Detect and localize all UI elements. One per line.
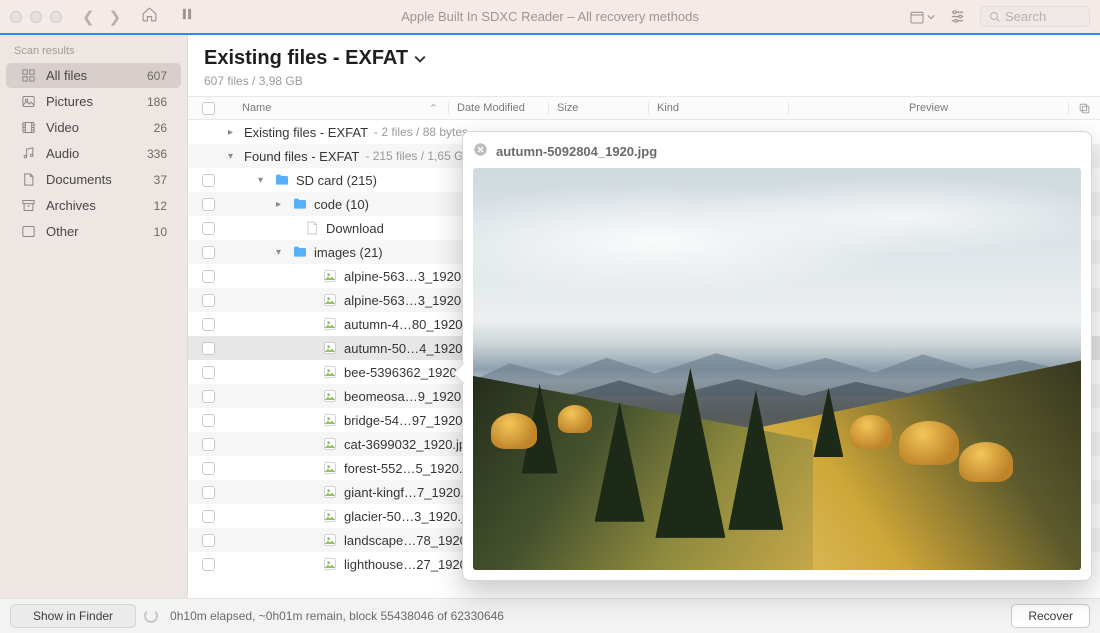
page-title[interactable]: Existing files - EXFAT xyxy=(204,47,1084,70)
disclosure-icon[interactable]: ▾ xyxy=(276,247,286,258)
column-headers: Name⌃ Date Modified Size Kind Preview xyxy=(188,96,1100,120)
sidebar-item-count: 10 xyxy=(154,225,167,239)
forward-button[interactable]: ❯ xyxy=(109,8,122,26)
row-label: SD card (215) xyxy=(296,173,377,188)
row-checkbox[interactable] xyxy=(202,510,215,523)
disclosure-icon[interactable]: ▸ xyxy=(228,127,238,138)
column-name[interactable]: Name⌃ xyxy=(228,102,448,115)
column-preview[interactable]: Preview xyxy=(788,102,1068,114)
zoom-window-button[interactable] xyxy=(50,11,62,23)
row-checkbox[interactable] xyxy=(202,198,215,211)
select-all-checkbox[interactable] xyxy=(202,102,215,115)
sidebar-item-other[interactable]: Other 10 xyxy=(6,219,181,244)
row-label: Download xyxy=(326,221,384,236)
picture-icon xyxy=(20,94,36,109)
home-icon[interactable] xyxy=(141,6,158,28)
preview-image xyxy=(473,168,1081,570)
row-checkbox[interactable] xyxy=(202,294,215,307)
document-icon xyxy=(20,172,36,187)
row-label: Existing files - EXFAT xyxy=(244,125,368,140)
row-checkbox[interactable] xyxy=(202,534,215,547)
row-label: code (10) xyxy=(314,197,369,212)
sidebar-item-label: Other xyxy=(46,224,79,239)
close-preview-icon[interactable] xyxy=(473,142,488,160)
row-checkbox[interactable] xyxy=(202,462,215,475)
row-checkbox[interactable] xyxy=(202,366,215,379)
sidebar-item-count: 607 xyxy=(147,69,167,83)
row-checkbox[interactable] xyxy=(202,174,215,187)
page-subtitle: 607 files / 3,98 GB xyxy=(204,74,1084,88)
filter-icon[interactable] xyxy=(949,8,966,25)
row-checkbox[interactable] xyxy=(202,222,215,235)
title-bar: ❮ ❯ Apple Built In SDXC Reader – All rec… xyxy=(0,0,1100,35)
preview-filename: autumn-5092804_1920.jpg xyxy=(496,144,657,159)
other-icon xyxy=(20,224,36,239)
row-checkbox[interactable] xyxy=(202,414,215,427)
close-window-button[interactable] xyxy=(10,11,22,23)
row-label: cat-3699032_1920.jpg xyxy=(344,437,473,452)
disclosure-icon[interactable]: ▾ xyxy=(228,151,238,162)
row-label: images (21) xyxy=(314,245,383,260)
sidebar: Scan results All files 607 Pictures 186 … xyxy=(0,35,188,598)
sidebar-section-header: Scan results xyxy=(0,41,187,63)
minimize-window-button[interactable] xyxy=(30,11,42,23)
sidebar-item-count: 12 xyxy=(154,199,167,213)
window-controls xyxy=(10,11,62,23)
sidebar-item-documents[interactable]: Documents 37 xyxy=(6,167,181,192)
sidebar-item-label: Pictures xyxy=(46,94,93,109)
sidebar-item-label: Archives xyxy=(46,198,96,213)
scan-status-text: 0h10m elapsed, ~0h01m remain, block 5543… xyxy=(170,609,504,623)
search-field[interactable]: Search xyxy=(980,6,1090,27)
sidebar-item-pictures[interactable]: Pictures 186 xyxy=(6,89,181,114)
row-checkbox[interactable] xyxy=(202,438,215,451)
row-label: forest-552…5_1920.jpg xyxy=(344,461,480,476)
column-kind[interactable]: Kind xyxy=(648,102,788,114)
sidebar-item-audio[interactable]: Audio 336 xyxy=(6,141,181,166)
row-checkbox[interactable] xyxy=(202,246,215,259)
sidebar-item-video[interactable]: Video 26 xyxy=(6,115,181,140)
column-copy-icon[interactable] xyxy=(1068,102,1100,115)
view-options-button[interactable] xyxy=(909,9,935,25)
spinner-icon xyxy=(144,609,158,623)
column-size[interactable]: Size xyxy=(548,102,648,114)
row-checkbox[interactable] xyxy=(202,342,215,355)
sidebar-item-label: All files xyxy=(46,68,87,83)
row-label: giant-kingf…7_1920.jpg xyxy=(344,485,481,500)
row-checkbox[interactable] xyxy=(202,486,215,499)
sidebar-item-archives[interactable]: Archives 12 xyxy=(6,193,181,218)
disclosure-icon[interactable]: ▾ xyxy=(258,175,268,186)
row-checkbox[interactable] xyxy=(202,390,215,403)
preview-popover: autumn-5092804_1920.jpg xyxy=(462,131,1092,581)
sidebar-item-count: 336 xyxy=(147,147,167,161)
sort-indicator-icon: ⌃ xyxy=(429,102,438,115)
pause-icon[interactable] xyxy=(180,7,194,26)
sidebar-item-count: 37 xyxy=(154,173,167,187)
show-in-finder-button[interactable]: Show in Finder xyxy=(10,604,136,628)
recover-button[interactable]: Recover xyxy=(1011,604,1090,628)
archive-icon xyxy=(20,198,36,213)
grid-icon xyxy=(20,68,36,83)
row-label: glacier-50…3_1920.jpg xyxy=(344,509,478,524)
back-button[interactable]: ❮ xyxy=(82,8,95,26)
sidebar-item-label: Audio xyxy=(46,146,79,161)
row-checkbox[interactable] xyxy=(202,270,215,283)
row-checkbox[interactable] xyxy=(202,558,215,571)
search-icon xyxy=(989,11,1001,23)
sidebar-item-count: 186 xyxy=(147,95,167,109)
row-meta: - 2 files / 88 bytes xyxy=(374,125,468,139)
disclosure-icon[interactable]: ▸ xyxy=(276,199,286,210)
column-modified[interactable]: Date Modified xyxy=(448,102,548,114)
audio-icon xyxy=(20,146,36,161)
row-meta: - 215 files / 1,65 GB xyxy=(365,149,471,163)
status-bar: Show in Finder 0h10m elapsed, ~0h01m rem… xyxy=(0,598,1100,633)
sidebar-item-label: Video xyxy=(46,120,79,135)
sidebar-item-label: Documents xyxy=(46,172,112,187)
sidebar-item-count: 26 xyxy=(154,121,167,135)
chevron-down-icon xyxy=(414,53,426,65)
row-checkbox[interactable] xyxy=(202,318,215,331)
row-label: Found files - EXFAT xyxy=(244,149,359,164)
search-placeholder: Search xyxy=(1005,9,1046,24)
video-icon xyxy=(20,120,36,135)
sidebar-item-all-files[interactable]: All files 607 xyxy=(6,63,181,88)
